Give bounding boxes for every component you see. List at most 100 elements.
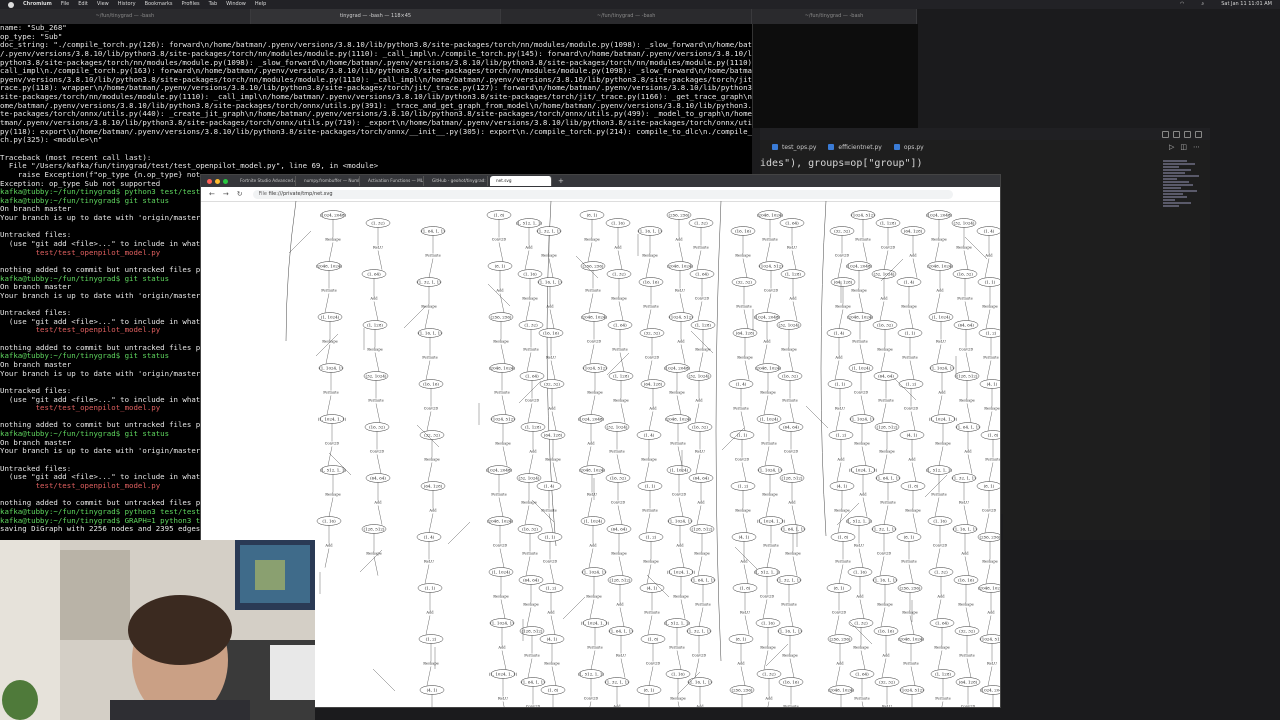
layout-icon[interactable] bbox=[1162, 130, 1169, 138]
graph-node[interactable]: (1, 1024) bbox=[756, 414, 782, 424]
graph-node[interactable]: (1, 16) bbox=[927, 516, 953, 526]
graph-node[interactable]: (64, 128) bbox=[955, 677, 981, 687]
graph-node[interactable]: (1, 16, 1, 1) bbox=[417, 328, 443, 338]
graph-node[interactable]: (2048, 1024) bbox=[667, 261, 693, 271]
graph-node[interactable]: (1, 16, 1, 1) bbox=[537, 277, 563, 287]
browser-tab[interactable]: numpy.frombuffer — NumPy v… bbox=[298, 176, 360, 186]
graph-node[interactable]: (1, 1024, 1) bbox=[667, 516, 693, 526]
more-icon[interactable]: ⋯ bbox=[1193, 143, 1200, 151]
graph-node[interactable]: (1, 32, 1, 1) bbox=[776, 575, 802, 585]
graph-node[interactable]: (4, 1) bbox=[731, 532, 757, 542]
graph-node[interactable]: (1, 8) bbox=[486, 210, 512, 220]
graph-node[interactable]: (256, 256) bbox=[580, 261, 606, 271]
graph-node[interactable]: (64, 64) bbox=[873, 371, 899, 381]
graph-node[interactable]: (4, 1) bbox=[639, 583, 665, 593]
graph-node[interactable]: (1, 16) bbox=[316, 516, 342, 526]
graph-node[interactable]: (64, 64) bbox=[953, 320, 979, 330]
apple-icon[interactable] bbox=[8, 1, 14, 8]
graph-node[interactable]: (64, 128) bbox=[732, 328, 758, 338]
graph-node[interactable]: (1, 4) bbox=[728, 379, 754, 389]
minimize-icon[interactable] bbox=[215, 178, 220, 184]
graph-node[interactable]: (1024, 512) bbox=[758, 261, 784, 271]
graph-node[interactable]: (1, 4) bbox=[416, 532, 442, 542]
graph-node[interactable]: (2048, 1024) bbox=[665, 414, 691, 424]
graph-node[interactable]: (1, 64, 1, 1) bbox=[420, 226, 446, 236]
graph-node[interactable]: (8, 1) bbox=[636, 685, 662, 695]
graph-node[interactable]: (1, 4) bbox=[536, 481, 562, 491]
graph-node[interactable]: (1, 1024, 1, 1) bbox=[489, 669, 518, 679]
back-icon[interactable]: ← bbox=[209, 190, 215, 198]
graph-node[interactable]: (16, 32) bbox=[364, 422, 390, 432]
run-icon[interactable]: ▷ bbox=[1169, 143, 1174, 151]
graph-node[interactable]: (1, 32) bbox=[518, 320, 544, 330]
graph-node[interactable]: (64, 64) bbox=[688, 473, 714, 483]
graph-node[interactable]: (32, 1024) bbox=[951, 218, 977, 228]
graph-node[interactable]: (16, 32) bbox=[952, 269, 978, 279]
graph-node[interactable]: (1, 32, 1, 1) bbox=[536, 226, 562, 236]
graph-node[interactable]: (1, 64, 1, 1) bbox=[955, 422, 981, 432]
graph-node[interactable]: (32, 1024) bbox=[871, 269, 897, 279]
menu-view[interactable]: View bbox=[97, 0, 109, 9]
graph-node[interactable]: (1, 64) bbox=[929, 618, 955, 628]
graph-node[interactable]: (1024, 512) bbox=[979, 634, 1000, 644]
new-tab-icon[interactable]: + bbox=[558, 177, 564, 185]
graph-node[interactable]: (4, 1) bbox=[899, 430, 925, 440]
graph-node[interactable]: (1, 16) bbox=[847, 567, 873, 577]
graph-node[interactable]: (1, 1024) bbox=[580, 516, 606, 526]
graph-node[interactable]: (16, 16) bbox=[873, 626, 899, 636]
graph-node[interactable]: (1, 64) bbox=[519, 371, 545, 381]
graph-node[interactable]: (1, 32) bbox=[688, 218, 714, 228]
graph-node[interactable]: (1, 2) bbox=[898, 379, 924, 389]
graph-node[interactable]: (8, 1) bbox=[976, 481, 1000, 491]
graph-node[interactable]: (1024, 2048) bbox=[980, 685, 1000, 695]
layout-icon[interactable] bbox=[1184, 130, 1191, 138]
menu-file[interactable]: File bbox=[61, 0, 69, 9]
graph-node[interactable]: (32, 32) bbox=[419, 430, 445, 440]
maximize-icon[interactable] bbox=[223, 178, 228, 184]
tab-efficientnet[interactable]: efficientnet.py bbox=[828, 144, 882, 151]
graph-node[interactable]: (8, 1) bbox=[487, 261, 513, 271]
graph-node[interactable]: (2048, 1024) bbox=[927, 261, 953, 271]
graph-node[interactable]: (1, 64) bbox=[361, 269, 387, 279]
graph-node[interactable]: (64, 128) bbox=[640, 379, 666, 389]
close-icon[interactable] bbox=[207, 178, 212, 184]
graph-node[interactable]: (1, 8) bbox=[980, 430, 1000, 440]
graph-node[interactable]: (1024, 2048) bbox=[664, 363, 690, 373]
graph-node[interactable]: (2048, 1024) bbox=[847, 312, 873, 322]
menu-help[interactable]: Help bbox=[255, 0, 266, 9]
graph-node[interactable]: (1024, 512) bbox=[582, 363, 608, 373]
graph-node[interactable]: (2048, 1024) bbox=[581, 312, 607, 322]
split-editor-icon[interactable]: ◫ bbox=[1180, 143, 1187, 151]
graph-node[interactable]: (1, 1) bbox=[897, 328, 923, 338]
graph-node[interactable]: (1, 64, 1, 1) bbox=[608, 626, 634, 636]
graph-node[interactable]: (1, 64, 1, 1) bbox=[875, 473, 901, 483]
graph-node[interactable]: (1, 32) bbox=[928, 567, 954, 577]
graph-node[interactable]: (1, 128) bbox=[362, 320, 388, 330]
graph-node[interactable]: (1, 2) bbox=[538, 583, 564, 593]
graph-node[interactable]: (16, 16) bbox=[638, 277, 664, 287]
graph-node[interactable]: (16, 32) bbox=[605, 473, 631, 483]
graph-node[interactable]: (1024, 2048) bbox=[926, 210, 952, 220]
graph-node[interactable]: (1, 1) bbox=[729, 430, 755, 440]
graph-node[interactable]: (1, 1024, 1, 1) bbox=[581, 618, 610, 628]
graph-node[interactable]: (256, 256) bbox=[977, 532, 1000, 542]
graph-node[interactable]: (1, 32) bbox=[606, 269, 632, 279]
graph-node[interactable]: (1, 8) bbox=[640, 634, 666, 644]
graph-node[interactable]: (2048, 1024) bbox=[489, 363, 515, 373]
graph-node[interactable]: (64, 128) bbox=[420, 481, 446, 491]
browser-tab[interactable]: Fortnite Studio Advanced Audi… bbox=[234, 176, 296, 186]
graph-node[interactable]: (1, 64) bbox=[689, 269, 715, 279]
graph-node[interactable]: (1, 16) bbox=[755, 618, 781, 628]
graph-node[interactable]: (1, 512, 1, 1) bbox=[926, 465, 952, 475]
graph-node[interactable]: (32, 1024) bbox=[363, 371, 389, 381]
terminal-tab[interactable]: ~/fun/tinygrad — -bash bbox=[752, 9, 917, 24]
graph-node[interactable]: (1, 32, 1, 1) bbox=[951, 473, 977, 483]
graph-node[interactable]: (32, 32) bbox=[731, 277, 757, 287]
graph-node[interactable]: (256, 256) bbox=[827, 634, 853, 644]
graph-node[interactable]: (2048, 1024) bbox=[757, 210, 783, 220]
graph-node[interactable]: (2048, 1024) bbox=[898, 634, 924, 644]
graph-node[interactable]: (1024, 2048) bbox=[486, 465, 512, 475]
terminal-tab[interactable]: ~/fun/tinygrad — -bash bbox=[0, 9, 251, 24]
graph-node[interactable]: (1, 1024) bbox=[666, 465, 692, 475]
graph-node[interactable]: (4, 1) bbox=[979, 379, 1000, 389]
